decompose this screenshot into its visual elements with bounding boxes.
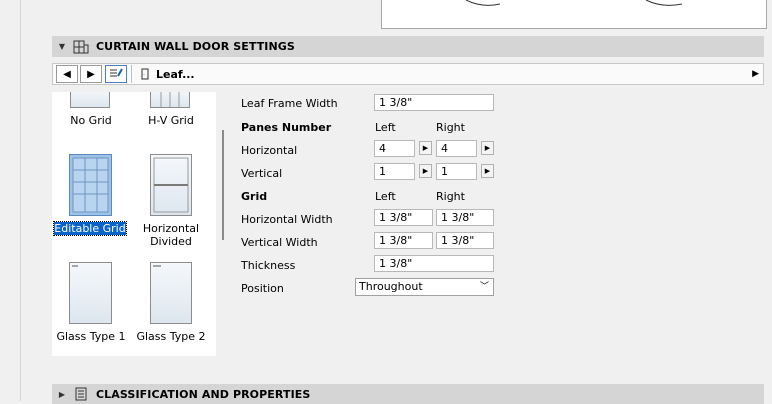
arrow-right-icon: ▶ [87, 68, 95, 80]
column-right-header: Right [436, 121, 465, 134]
next-button[interactable]: ▶ [80, 65, 102, 83]
vertical-width-left-field[interactable]: 1 3/8" [374, 232, 433, 249]
door-settings-icon [72, 39, 90, 55]
vertical-right-stepper[interactable]: ▶ [481, 164, 494, 178]
position-label: Position [241, 282, 284, 295]
classification-icon [72, 386, 90, 402]
thumbnail-hv-grid[interactable] [150, 92, 190, 108]
section-header-classification[interactable]: ▶ CLASSIFICATION AND PROPERTIES [52, 384, 764, 404]
leaf-toolbar: ◀ ▶ Leaf... ▶ [52, 63, 764, 85]
horizontal-width-left-field[interactable]: 1 3/8" [374, 209, 433, 226]
column-left-header: Left [375, 190, 396, 203]
thumbnail-glass-type-2[interactable] [150, 262, 192, 324]
play-right-icon: ▶ [484, 144, 491, 152]
left-edge-strip [0, 0, 21, 401]
horizontal-width-label: Horizontal Width [241, 213, 333, 226]
vertical-left-stepper[interactable]: ▶ [419, 164, 432, 178]
horizontal-left-field[interactable]: 4 [374, 140, 415, 157]
door-leaf-icon [140, 67, 150, 81]
expand-triangle-icon[interactable]: ▶ [52, 390, 72, 399]
thumbnail-label: Glass Type 2 [136, 330, 206, 343]
toolbar-separator [131, 65, 132, 83]
thumbnail-editable-grid[interactable] [69, 154, 112, 216]
horizontal-left-stepper[interactable]: ▶ [419, 141, 432, 155]
arrow-left-icon: ◀ [63, 68, 71, 80]
horizontal-right-field[interactable]: 4 [436, 140, 477, 157]
thumbnail-label: No Grid [70, 114, 112, 127]
preview-area [381, 0, 767, 29]
thumbnail-label: Glass Type 1 [56, 330, 126, 343]
thumbnail-label: Horizontal Divided [142, 222, 200, 248]
section-header-curtain-wall-door[interactable]: ▼ CURTAIN WALL DOOR SETTINGS [52, 36, 764, 57]
position-select-value: Throughout [359, 280, 423, 293]
list-edit-icon [109, 67, 123, 82]
vertical-width-right-field[interactable]: 1 3/8" [436, 232, 494, 249]
section-title: CLASSIFICATION AND PROPERTIES [96, 387, 311, 401]
thickness-field[interactable]: 1 3/8" [374, 255, 494, 272]
panes-number-label: Panes Number [241, 121, 332, 134]
vertical-width-label: Vertical Width [241, 236, 318, 249]
leaf-style-thumbnails: No Grid H-V Grid Editable Grid Horizonta… [52, 92, 216, 356]
chevron-down-icon: ﹀ [479, 282, 489, 292]
favorites-button[interactable] [105, 65, 127, 83]
section-title: CURTAIN WALL DOOR SETTINGS [96, 40, 295, 53]
expand-arrow-icon[interactable]: ▶ [752, 69, 759, 79]
previous-button[interactable]: ◀ [56, 65, 78, 83]
play-right-icon: ▶ [484, 167, 491, 175]
thumbnail-glass-type-1[interactable] [69, 262, 112, 324]
grid-label: Grid [241, 190, 268, 203]
column-right-header: Right [436, 190, 465, 203]
vertical-left-field[interactable]: 1 [374, 163, 415, 180]
vertical-label: Vertical [241, 167, 283, 180]
horizontal-label: Horizontal [241, 144, 298, 157]
door-preview-drawing [465, 0, 683, 6]
thumbnail-scrollbar[interactable] [222, 130, 224, 240]
thumbnail-horizontal-divided[interactable] [150, 154, 192, 216]
thumbnail-label-selected: Editable Grid [53, 221, 127, 236]
vertical-right-field[interactable]: 1 [436, 163, 477, 180]
leaf-frame-width-label: Leaf Frame Width [241, 97, 338, 110]
leaf-label[interactable]: Leaf... [156, 68, 195, 81]
column-left-header: Left [375, 121, 396, 134]
play-right-icon: ▶ [422, 167, 429, 175]
position-select[interactable]: Throughout ﹀ [355, 278, 494, 296]
thumbnail-no-grid[interactable] [70, 92, 110, 108]
horizontal-width-right-field[interactable]: 1 3/8" [436, 209, 494, 226]
thumbnail-label: H-V Grid [148, 114, 194, 127]
collapse-triangle-icon[interactable]: ▼ [52, 42, 72, 51]
horizontal-right-stepper[interactable]: ▶ [481, 141, 494, 155]
thickness-label: Thickness [241, 259, 296, 272]
play-right-icon: ▶ [422, 144, 429, 152]
leaf-frame-width-field[interactable]: 1 3/8" [374, 94, 494, 111]
